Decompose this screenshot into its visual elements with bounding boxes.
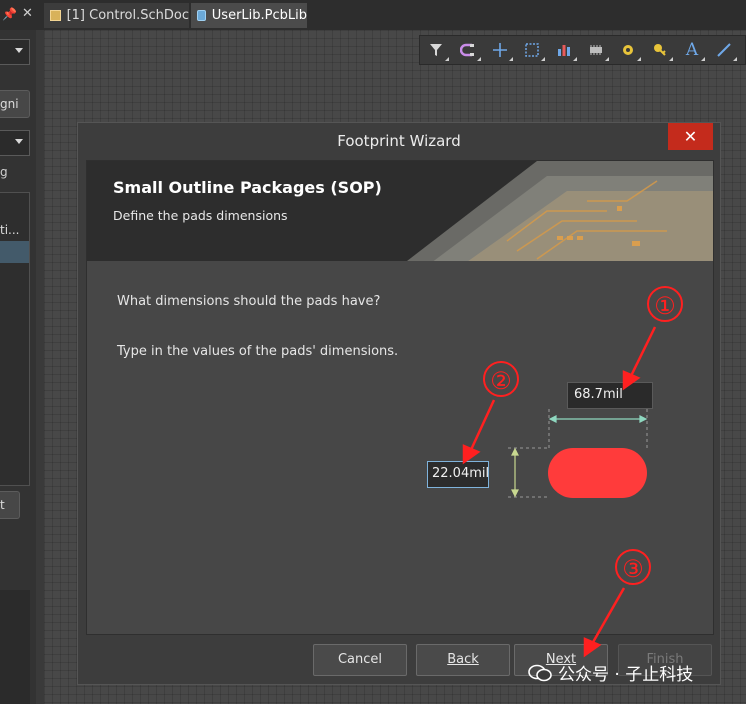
annotation-marker-2: ②: [483, 361, 519, 397]
watermark: 公众号 · 子止科技: [528, 660, 693, 685]
annotation-marker-1: ①: [647, 286, 683, 322]
annotation-marker-3: ③: [615, 549, 651, 585]
wechat-icon: [528, 664, 552, 682]
annotation-arrows: [462, 326, 657, 658]
watermark-text: 公众号 · 子止科技: [558, 665, 694, 685]
